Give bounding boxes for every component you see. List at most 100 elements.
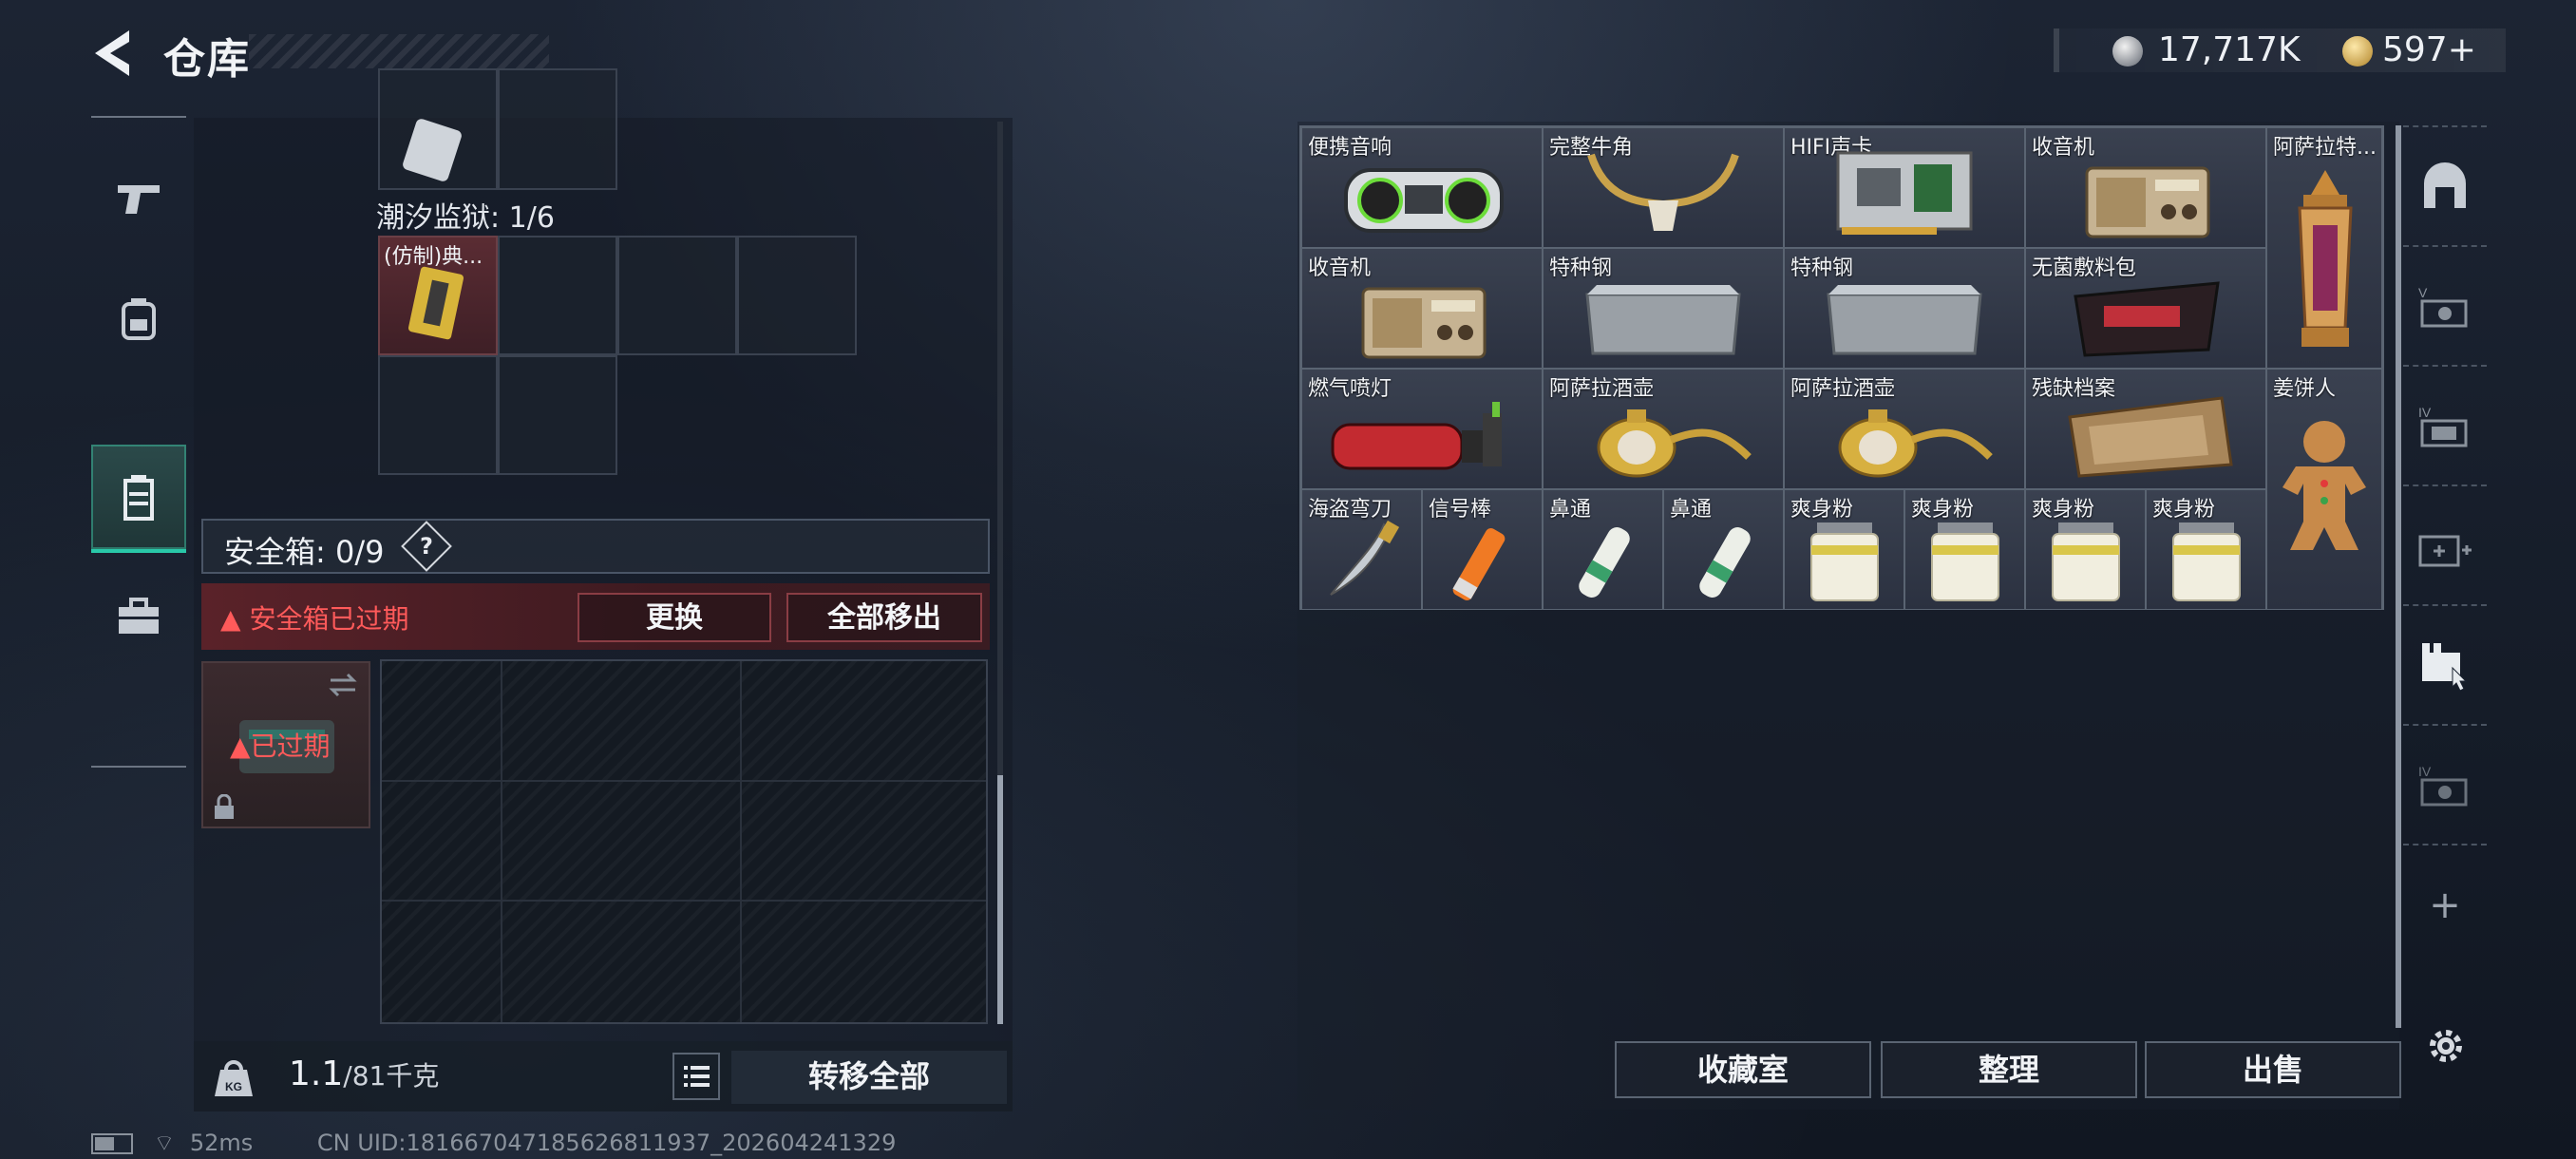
- warning-icon: ▲: [220, 603, 250, 635]
- silver-coin-icon: [2112, 36, 2143, 66]
- stash-item[interactable]: 收音机: [2025, 127, 2266, 248]
- stash-item[interactable]: 残缺档案: [2025, 369, 2266, 489]
- inventory-slot[interactable]: [737, 236, 857, 355]
- stash-item[interactable]: 鼻通: [1663, 489, 1784, 610]
- documents-icon: [2068, 396, 2233, 478]
- svg-text:V: V: [2418, 285, 2428, 300]
- ewer-icon: [1597, 409, 1752, 478]
- item-card-icon: [403, 119, 462, 181]
- stash-item[interactable]: 阿萨拉特...: [2266, 127, 2382, 369]
- arch-icon: [2424, 162, 2466, 208]
- powder-jar-icon: [2172, 522, 2241, 601]
- secure-box-label: 安全箱: 0/9: [224, 534, 385, 570]
- powder-jar-icon: [2052, 522, 2120, 601]
- move-all-out-button[interactable]: 全部移出: [786, 593, 982, 642]
- inventory-slot[interactable]: [498, 355, 617, 475]
- tab-weapons[interactable]: [91, 146, 186, 251]
- stash-item[interactable]: 特种钢: [1784, 248, 2025, 369]
- storage-tab-icon: IV: [2418, 764, 2468, 807]
- blowtorch-icon: [1331, 402, 1502, 470]
- backpack-icon: [122, 298, 156, 340]
- medkit-add-icon: [2418, 535, 2472, 567]
- stash-item[interactable]: 收音机: [1301, 248, 1543, 369]
- tab-case[interactable]: [91, 564, 186, 669]
- stash-item[interactable]: 姜饼人: [2266, 369, 2382, 610]
- svg-text:IV: IV: [2418, 764, 2432, 779]
- ping-value: 52ms: [189, 1130, 254, 1156]
- stash-item[interactable]: 爽身粉: [1904, 489, 2025, 610]
- tab-vest[interactable]: [91, 445, 186, 553]
- stash-item[interactable]: 特种钢: [1543, 248, 1784, 369]
- container-label: 潮汐监狱: 1/6: [376, 201, 555, 235]
- uid-text: CN UID:181667047185626811937_20260424132…: [316, 1130, 897, 1156]
- stash-item[interactable]: 鼻通: [1543, 489, 1663, 610]
- stash-item[interactable]: 爽身粉: [2025, 489, 2146, 610]
- stash-item[interactable]: 燃气喷灯: [1301, 369, 1543, 489]
- inventory-slot[interactable]: [498, 236, 617, 355]
- back-arrow-icon[interactable]: [87, 27, 135, 80]
- bandage-pack-icon: [2074, 281, 2220, 357]
- inventory-slot[interactable]: [378, 68, 498, 190]
- stash-item[interactable]: 完整牛角: [1543, 127, 1784, 248]
- storage-tab-icon: V: [2418, 285, 2468, 328]
- transfer-all-button[interactable]: 转移全部: [731, 1051, 1007, 1104]
- list-icon: [684, 1066, 710, 1087]
- stash-item[interactable]: HIFI声卡: [1784, 127, 2025, 248]
- status-bar: ⌔ 52ms CN UID:181667047185626811937_2026…: [91, 1129, 896, 1157]
- stash-item[interactable]: 信号棒: [1422, 489, 1543, 610]
- horns-icon: [1587, 153, 1739, 231]
- expired-warning-bar: ▲ 安全箱已过期 更换 全部移出: [201, 583, 990, 650]
- silver-amount: 17,717K: [2158, 30, 2301, 69]
- help-icon[interactable]: ?: [401, 521, 452, 572]
- sort-button[interactable]: 整理: [1881, 1041, 2137, 1098]
- stash-tab-home[interactable]: [2403, 125, 2487, 247]
- inventory-slot[interactable]: [498, 68, 617, 190]
- flare-stick-icon: [1452, 528, 1506, 600]
- ewer-icon: [1838, 409, 1993, 478]
- stash-item[interactable]: 无菌敷料包: [2025, 248, 2266, 369]
- gold-amount[interactable]: 597+: [2382, 30, 2476, 69]
- scimitar-icon: [1330, 520, 1400, 596]
- stash-item[interactable]: 爽身粉: [2146, 489, 2266, 610]
- stash-item[interactable]: 阿萨拉酒壶: [1543, 369, 1784, 489]
- tab-backpack[interactable]: [91, 266, 186, 370]
- stash-item[interactable]: 爽身粉: [1784, 489, 1904, 610]
- battery-icon: [91, 1133, 133, 1154]
- stash-tabs-rail: V IV IV +: [2403, 125, 2487, 1075]
- secure-box-slot[interactable]: ▲已过期: [201, 661, 370, 828]
- secure-box-header: 安全箱: 0/9 ?: [201, 519, 990, 574]
- plus-icon: +: [2429, 884, 2461, 927]
- stash-tab-5[interactable]: V: [2403, 245, 2487, 367]
- steel-ingot-icon: [1827, 285, 1982, 355]
- stash-item[interactable]: 海盗弯刀: [1301, 489, 1422, 610]
- inventory-slot-item[interactable]: (仿制)典...: [378, 236, 498, 355]
- crate-cursor-icon: [2422, 643, 2468, 692]
- lantern-icon: [2298, 170, 2353, 347]
- expired-warning-text: 安全箱已过期: [249, 603, 409, 635]
- add-tab-button[interactable]: +: [2403, 844, 2487, 965]
- stash-item[interactable]: 便携音响: [1301, 127, 1543, 248]
- left-category-rail: [91, 116, 186, 768]
- stash-scrollbar[interactable]: [2396, 125, 2401, 1028]
- stash-tab-medical[interactable]: [2403, 484, 2487, 606]
- left-scrollbar-thumb[interactable]: [997, 775, 1003, 1024]
- warning-icon: ▲: [230, 731, 251, 762]
- stash-tab-4b[interactable]: IV: [2403, 724, 2487, 846]
- weight-bar: KG 1.1/81千克 转移全部: [194, 1041, 1013, 1112]
- collection-room-button[interactable]: 收藏室: [1615, 1041, 1871, 1098]
- inventory-slot[interactable]: [378, 355, 498, 475]
- secure-box-grid[interactable]: [380, 659, 988, 1024]
- inventory-slot[interactable]: [617, 236, 737, 355]
- gun-icon: [118, 185, 160, 214]
- list-view-button[interactable]: [672, 1053, 720, 1100]
- sell-button[interactable]: 出售: [2145, 1041, 2401, 1098]
- weight-icon: KG: [215, 1060, 253, 1096]
- stash-tab-4[interactable]: IV: [2403, 365, 2487, 486]
- nasal-inhaler-icon: [1699, 527, 1751, 598]
- replace-button[interactable]: 更换: [578, 593, 771, 642]
- swap-icon: [329, 673, 357, 697]
- svg-text:IV: IV: [2418, 405, 2432, 420]
- settings-gear-icon[interactable]: [2424, 1024, 2468, 1068]
- stash-tab-active[interactable]: [2403, 604, 2487, 726]
- stash-item[interactable]: 阿萨拉酒壶: [1784, 369, 2025, 489]
